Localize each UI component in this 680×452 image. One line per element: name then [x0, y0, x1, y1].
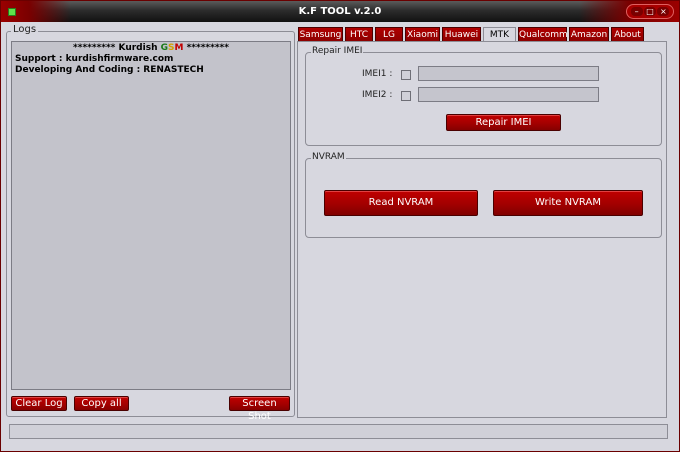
read-nvram-button[interactable]: Read NVRAM [324, 190, 478, 216]
tab-amazon[interactable]: Amazon [569, 27, 609, 42]
copy-all-button[interactable]: Copy all [74, 396, 129, 411]
log-banner: ********* Kurdish GSM ********* [15, 43, 287, 54]
repair-imei-button[interactable]: Repair IMEI [446, 114, 561, 131]
logs-legend: Logs [11, 24, 39, 35]
repair-imei-legend: Repair IMEI [311, 46, 364, 56]
log-line: Developing And Coding : RENASTECH [15, 65, 204, 75]
log-banner-g: G [160, 43, 169, 53]
mtk-tab-page: Repair IMEI IMEI1 : IMEI2 : Repair IMEI … [297, 41, 667, 418]
tab-samsung[interactable]: Samsung [298, 27, 343, 42]
tab-about[interactable]: About [611, 27, 644, 42]
log-banner-prefix: ********* Kurdish [73, 43, 161, 53]
window-title: K.F TOOL v.2.0 [298, 6, 382, 17]
maximize-icon[interactable]: □ [643, 7, 656, 16]
repair-imei-group: Repair IMEI IMEI1 : IMEI2 : Repair IMEI [305, 46, 662, 146]
tab-huawei[interactable]: Huawei [442, 27, 481, 42]
imei2-label: IMEI2 : [362, 90, 393, 100]
imei1-field[interactable] [418, 66, 599, 81]
tab-htc[interactable]: HTC [345, 27, 373, 42]
close-icon[interactable]: × [657, 7, 670, 16]
write-nvram-button[interactable]: Write NVRAM [493, 190, 643, 216]
minimize-icon[interactable]: – [630, 7, 643, 16]
tab-xiaomi[interactable]: Xiaomi [405, 27, 440, 42]
app-window: K.F TOOL v.2.0 – □ × Logs ********* Kurd… [0, 0, 680, 452]
imei2-checkbox[interactable] [401, 91, 411, 101]
log-line: Support : kurdishfirmware.com [15, 54, 174, 64]
tab-mtk[interactable]: MTK [483, 27, 516, 42]
nvram-group: NVRAM Read NVRAM Write NVRAM [305, 152, 662, 238]
nvram-legend: NVRAM [311, 152, 346, 162]
screen-shot-button[interactable]: Screen Shot [229, 396, 290, 422]
window-controls: – □ × [626, 4, 674, 19]
tab-lg[interactable]: LG [375, 27, 403, 42]
status-bar [9, 424, 668, 439]
clear-log-button[interactable]: Clear Log [11, 396, 67, 411]
log-textarea[interactable]: ********* Kurdish GSM ********* Support … [11, 41, 291, 390]
tab-qualcomm[interactable]: Qualcomm [518, 27, 568, 42]
log-banner-suffix: ********* [183, 43, 229, 53]
logs-group: Logs ********* Kurdish GSM ********* Sup… [6, 24, 295, 422]
imei1-label: IMEI1 : [362, 69, 393, 79]
title-bar[interactable]: K.F TOOL v.2.0 – □ × [1, 1, 679, 22]
imei2-field[interactable] [418, 87, 599, 102]
imei1-checkbox[interactable] [401, 70, 411, 80]
